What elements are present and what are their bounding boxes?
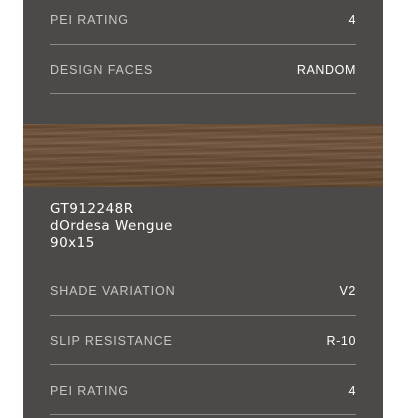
- spec-value: 4: [348, 384, 356, 398]
- product-info: GT912248R dOrdesa Wengue 90x15: [50, 201, 356, 252]
- spec-label: PEI RATING: [50, 384, 129, 398]
- spec-label: PEI RATING: [50, 13, 129, 27]
- spec-row-shade-variation: SHADE VARIATION V2: [50, 267, 356, 316]
- wood-texture-swatch[interactable]: [23, 124, 383, 187]
- product-name: dOrdesa Wengue: [50, 218, 173, 234]
- product-spec-card: PEI RATING 4 DESIGN FACES RANDOM GT91224…: [23, 0, 383, 418]
- spec-label: SHADE VARIATION: [50, 284, 176, 298]
- spec-label: DESIGN FACES: [50, 63, 154, 77]
- spec-label: SLIP RESISTANCE: [50, 334, 173, 348]
- spec-value: R-10: [326, 334, 356, 348]
- spec-value: RANDOM: [296, 63, 356, 77]
- product-size: 90x15: [50, 235, 95, 251]
- spec-row-pei-rating: PEI RATING 4: [50, 0, 356, 45]
- spec-row-design-faces: DESIGN FACES RANDOM: [50, 45, 356, 94]
- spec-row-slip-resistance: SLIP RESISTANCE R-10: [50, 316, 356, 365]
- spec-value: 4: [348, 13, 356, 27]
- spec-row-pei-rating: PEI RATING 4: [50, 366, 356, 415]
- spec-value: V2: [339, 284, 356, 298]
- product-code: GT912248R: [50, 201, 134, 217]
